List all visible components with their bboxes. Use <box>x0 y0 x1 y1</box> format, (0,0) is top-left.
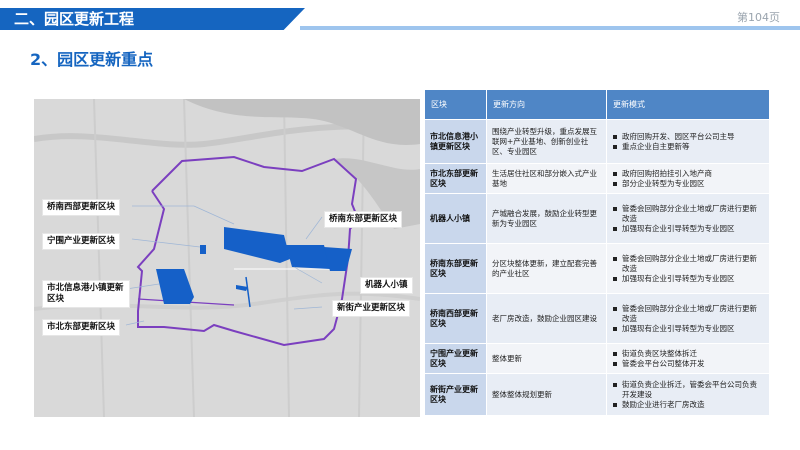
table-row: 桥南东部更新区块 分区块整体更新，建立配套完善的产业社区 管委会回购部分企业土地… <box>424 243 770 294</box>
label-ningwei: 宁围产业更新区块 <box>42 233 121 250</box>
direction-cell: 围绕产业转型升级，重点发展互联网+产业基地、创新创业社区、专业园区 <box>486 119 607 164</box>
mode-item: 管委会回购部分企业土地或厂房进行更新改造 <box>612 254 764 274</box>
mode-cell: 管委会回购部分企业土地或厂房进行更新改造 加强现有企业引导转型为专业园区 <box>606 243 770 294</box>
direction-cell: 分区块整体更新，建立配套完善的产业社区 <box>486 243 607 294</box>
label-xingang: 市北信息港小镇更新区块 <box>42 280 130 308</box>
mode-item: 鼓励企业进行老厂房改造 <box>612 400 764 410</box>
mode-item: 加强现有企业引导转型为专业园区 <box>612 274 764 284</box>
table-row: 市北信息港小镇更新区块 围绕产业转型升级，重点发展互联网+产业基地、创新创业社区… <box>424 119 770 164</box>
table-row: 市北东部更新区块 生活居住社区和部分嵌入式产业基地 政府回购招拍挂引入地产商 部… <box>424 163 770 194</box>
table-header-row: 区块 更新方向 更新模式 <box>424 89 770 120</box>
table-row: 宁围产业更新区块 整体更新 街道负责区块整体拆迁 管委会平台公司整体开发 <box>424 343 770 374</box>
subtitle: 2、园区更新重点 <box>30 50 154 69</box>
mode-cell: 管委会回购部分企业土地或厂房进行更新改造 加强现有企业引导转型为专业园区 <box>606 293 770 344</box>
table-row: 桥南西部更新区块 老厂房改造，鼓励企业园区建设 管委会回购部分企业土地或厂房进行… <box>424 293 770 344</box>
mode-item: 政府回购招拍挂引入地产商 <box>612 169 764 179</box>
direction-cell: 产城融合发展，鼓励企业转型更新为专业园区 <box>486 193 607 244</box>
block-cell: 桥南东部更新区块 <box>424 243 487 294</box>
mode-item: 加强现有企业引导转型为专业园区 <box>612 324 764 334</box>
block-cell: 机器人小镇 <box>424 193 487 244</box>
table-row: 机器人小镇 产城融合发展，鼓励企业转型更新为专业园区 管委会回购部分企业土地或厂… <box>424 193 770 244</box>
page-number: 第104页 <box>737 11 780 24</box>
header-rule <box>300 26 800 30</box>
mode-item: 管委会平台公司整体开发 <box>612 359 764 369</box>
mode-cell: 管委会回购部分企业土地或厂房进行更新改造 加强现有企业引导转型为专业园区 <box>606 193 770 244</box>
mode-item: 街道负责区块整体拆迁 <box>612 349 764 359</box>
block-cell: 宁围产业更新区块 <box>424 343 487 374</box>
table-row: 新街产业更新区块 整体整体规划更新 街道负责企业拆迁，管委会平台公司负责开发建设… <box>424 373 770 416</box>
mode-cell: 街道负责区块整体拆迁 管委会平台公司整体开发 <box>606 343 770 374</box>
mode-item: 重点企业自主更新等 <box>612 142 764 152</box>
mode-item: 部分企业转型为专业园区 <box>612 179 764 189</box>
direction-cell: 整体整体规划更新 <box>486 373 607 416</box>
mode-item: 政府回购开发、园区平台公司主导 <box>612 132 764 142</box>
mode-item: 街道负责企业拆迁，管委会平台公司负责开发建设 <box>612 380 764 400</box>
renewal-table: 区块 更新方向 更新模式 市北信息港小镇更新区块 围绕产业转型升级，重点发展互联… <box>424 89 770 416</box>
label-qiaonan-west: 桥南西部更新区块 <box>42 199 121 216</box>
mode-cell: 政府回购开发、园区平台公司主导 重点企业自主更新等 <box>606 119 770 164</box>
label-qiaonan-east: 桥南东部更新区块 <box>324 211 403 228</box>
district-map: 桥南西部更新区块 宁围产业更新区块 市北信息港小镇更新区块 市北东部更新区块 桥… <box>34 99 420 417</box>
block-cell: 新街产业更新区块 <box>424 373 487 416</box>
block-cell: 桥南西部更新区块 <box>424 293 487 344</box>
label-shibei-east: 市北东部更新区块 <box>42 319 121 336</box>
mode-item: 加强现有企业引导转型为专业园区 <box>612 224 764 234</box>
slide: 二、园区更新工程 第104页 2、园区更新重点 桥南西部更新区块 宁围产业更新区… <box>0 0 800 450</box>
mode-item: 管委会回购部分企业土地或厂房进行更新改造 <box>612 204 764 224</box>
header-direction: 更新方向 <box>486 89 607 120</box>
header-mode: 更新模式 <box>606 89 770 120</box>
direction-cell: 生活居住社区和部分嵌入式产业基地 <box>486 163 607 194</box>
label-robot-town: 机器人小镇 <box>360 277 413 294</box>
direction-cell: 整体更新 <box>486 343 607 374</box>
map-graphic <box>34 99 420 417</box>
mode-cell: 政府回购招拍挂引入地产商 部分企业转型为专业园区 <box>606 163 770 194</box>
header-block: 区块 <box>424 89 487 120</box>
label-xinjie: 新街产业更新区块 <box>332 300 411 317</box>
block-cell: 市北东部更新区块 <box>424 163 487 194</box>
section-title: 二、园区更新工程 <box>0 8 305 30</box>
block-cell: 市北信息港小镇更新区块 <box>424 119 487 164</box>
direction-cell: 老厂房改造，鼓励企业园区建设 <box>486 293 607 344</box>
mode-item: 管委会回购部分企业土地或厂房进行更新改造 <box>612 304 764 324</box>
mode-cell: 街道负责企业拆迁，管委会平台公司负责开发建设 鼓励企业进行老厂房改造 <box>606 373 770 416</box>
